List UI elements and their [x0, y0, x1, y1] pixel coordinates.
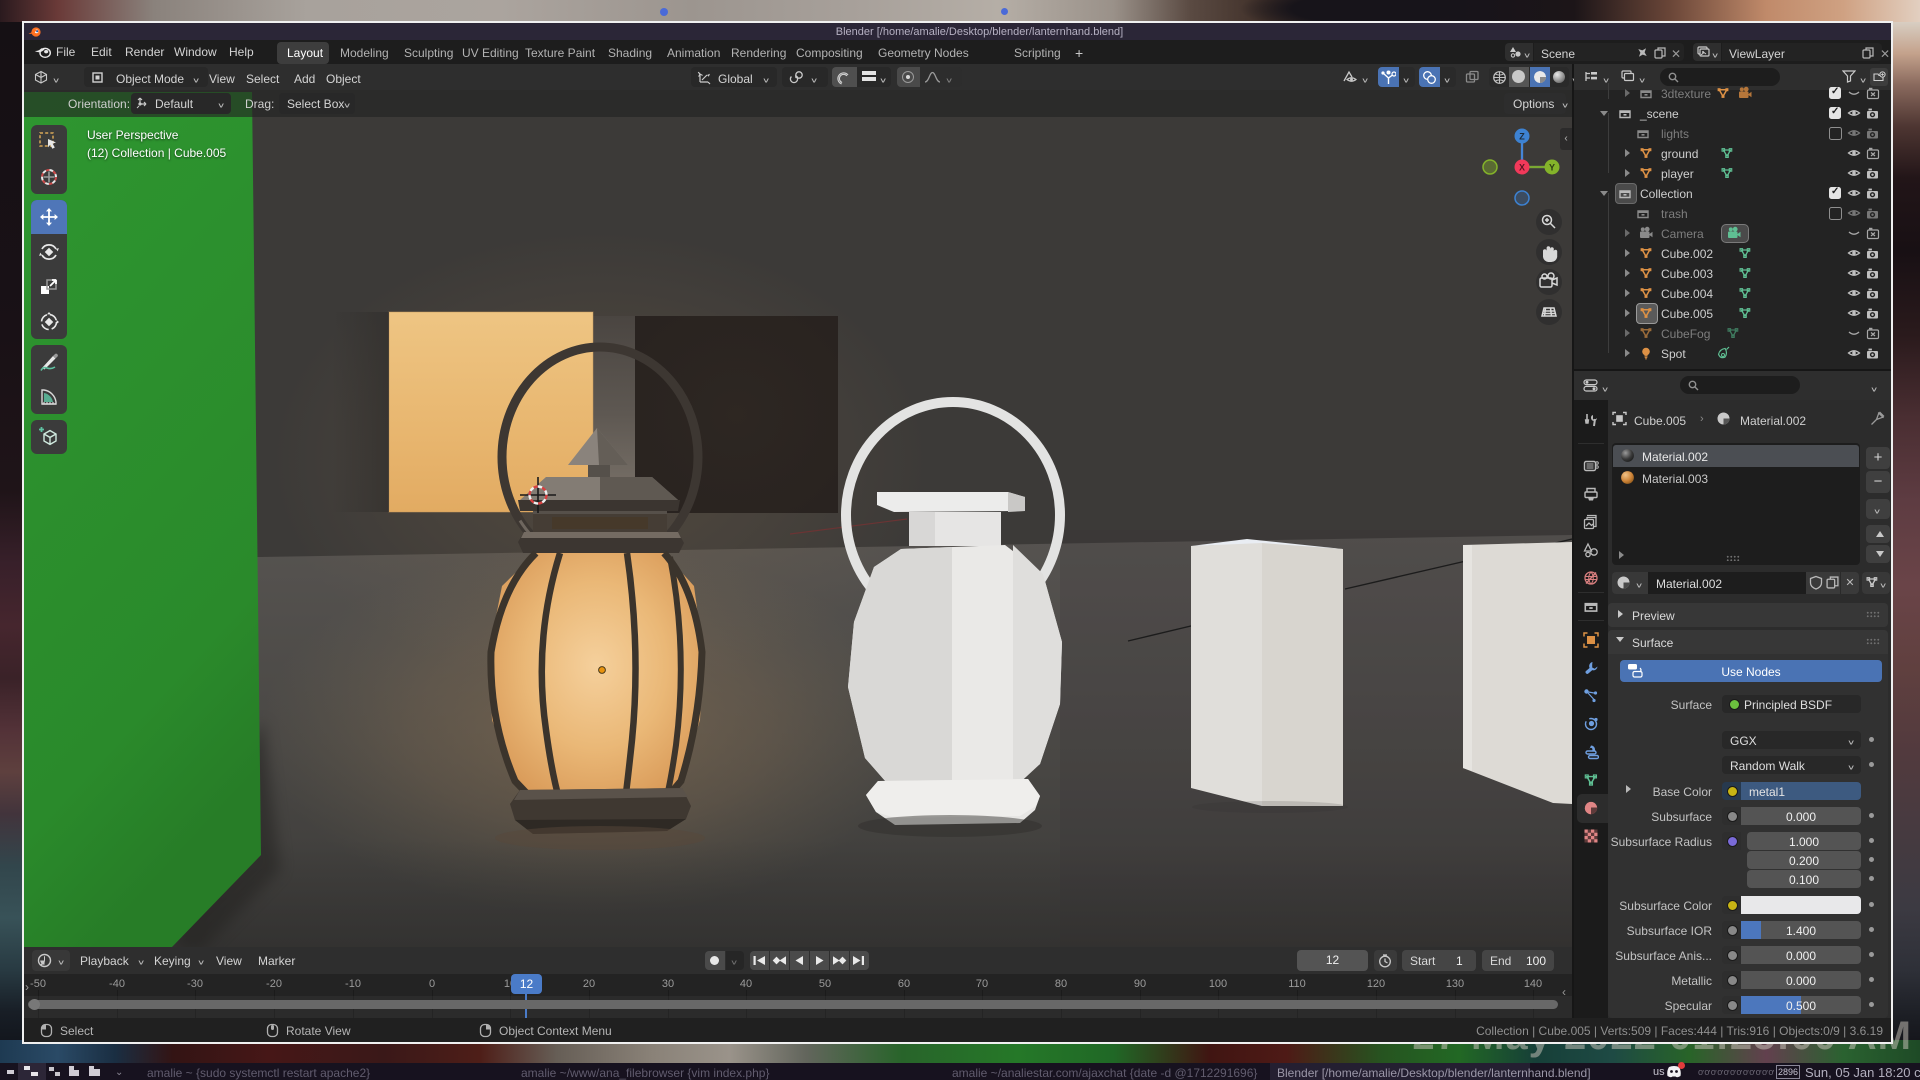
svg-text:Z: Z: [1519, 132, 1525, 142]
svg-text:Y: Y: [1549, 163, 1555, 173]
svg-text:X: X: [1519, 163, 1525, 173]
